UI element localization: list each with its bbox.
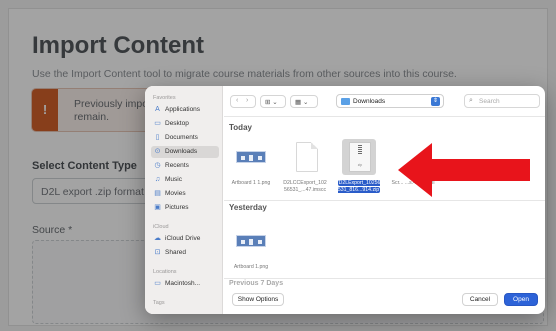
annotation-arrow xyxy=(398,143,530,197)
red-arrow-icon xyxy=(398,143,530,197)
